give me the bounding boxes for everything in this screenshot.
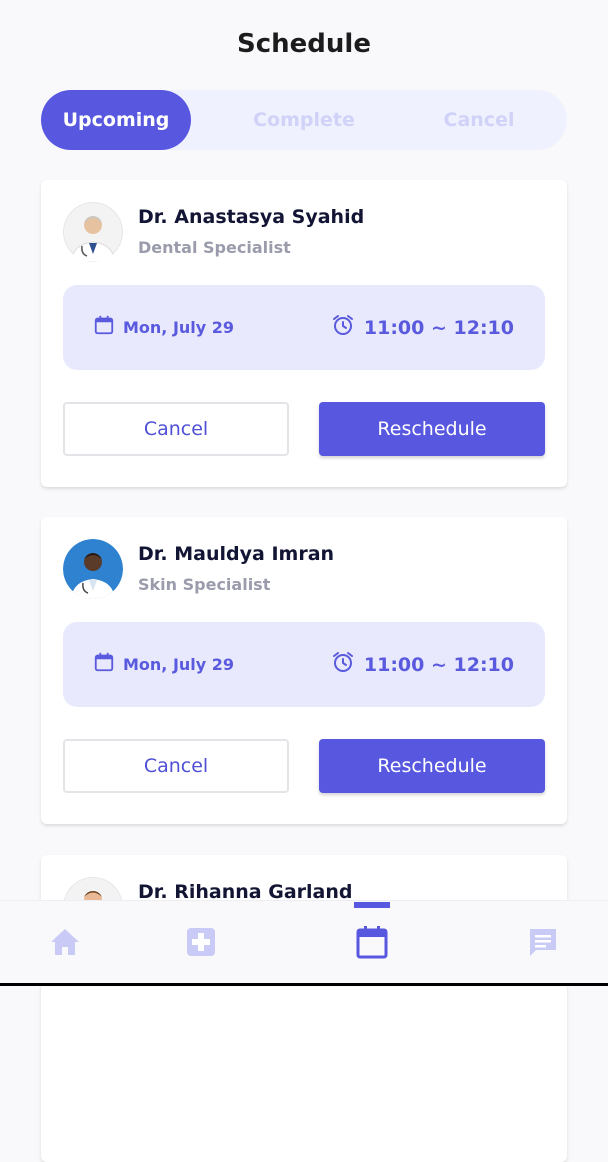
appointment-date: Mon, July 29 bbox=[123, 655, 235, 674]
doctor-avatar bbox=[63, 539, 123, 599]
appointment-info: Mon, July 29 11:00 ~ 12:10 bbox=[63, 622, 545, 707]
doctor-name: Dr. Anastasya Syahid bbox=[138, 206, 365, 228]
calendar-icon bbox=[93, 314, 115, 341]
appointment-info: Mon, July 29 11:00 ~ 12:10 bbox=[63, 285, 545, 370]
reschedule-button[interactable]: Reschedule bbox=[319, 402, 545, 456]
status-segmented-control: Upcoming Complete Cancel bbox=[41, 90, 567, 150]
alarm-clock-icon bbox=[331, 650, 355, 679]
tab-messages[interactable] bbox=[503, 901, 583, 987]
doctor-avatar bbox=[63, 202, 123, 262]
calendar-icon bbox=[355, 924, 389, 965]
doctor-specialty: Skin Specialist bbox=[138, 575, 271, 594]
calendar-icon bbox=[93, 651, 115, 678]
tab-upcoming[interactable]: Upcoming bbox=[41, 90, 191, 150]
medical-cross-icon bbox=[186, 927, 216, 962]
bottom-tab-bar bbox=[0, 900, 608, 987]
chat-icon bbox=[527, 926, 559, 963]
appointment-date: Mon, July 29 bbox=[123, 318, 235, 337]
tab-cancel[interactable]: Cancel bbox=[404, 90, 554, 150]
appointment-time: 11:00 ~ 12:10 bbox=[363, 653, 514, 676]
alarm-clock-icon bbox=[331, 313, 355, 342]
tab-complete[interactable]: Complete bbox=[229, 90, 379, 150]
doctor-name: Dr. Mauldya Imran bbox=[138, 543, 335, 565]
cancel-button[interactable]: Cancel bbox=[63, 739, 289, 793]
appointment-card: Dr. Mauldya Imran Skin Specialist Mon, J… bbox=[41, 517, 567, 824]
cancel-button[interactable]: Cancel bbox=[63, 402, 289, 456]
reschedule-button[interactable]: Reschedule bbox=[319, 739, 545, 793]
doctor-specialty: Dental Specialist bbox=[138, 238, 291, 257]
tab-medical[interactable] bbox=[161, 901, 241, 987]
tab-schedule[interactable] bbox=[332, 901, 412, 987]
page-title: Schedule bbox=[237, 29, 371, 59]
home-icon bbox=[49, 927, 81, 962]
tab-home[interactable] bbox=[25, 901, 105, 987]
appointment-card: Dr. Anastasya Syahid Dental Specialist M… bbox=[41, 180, 567, 487]
appointment-time: 11:00 ~ 12:10 bbox=[363, 316, 514, 339]
